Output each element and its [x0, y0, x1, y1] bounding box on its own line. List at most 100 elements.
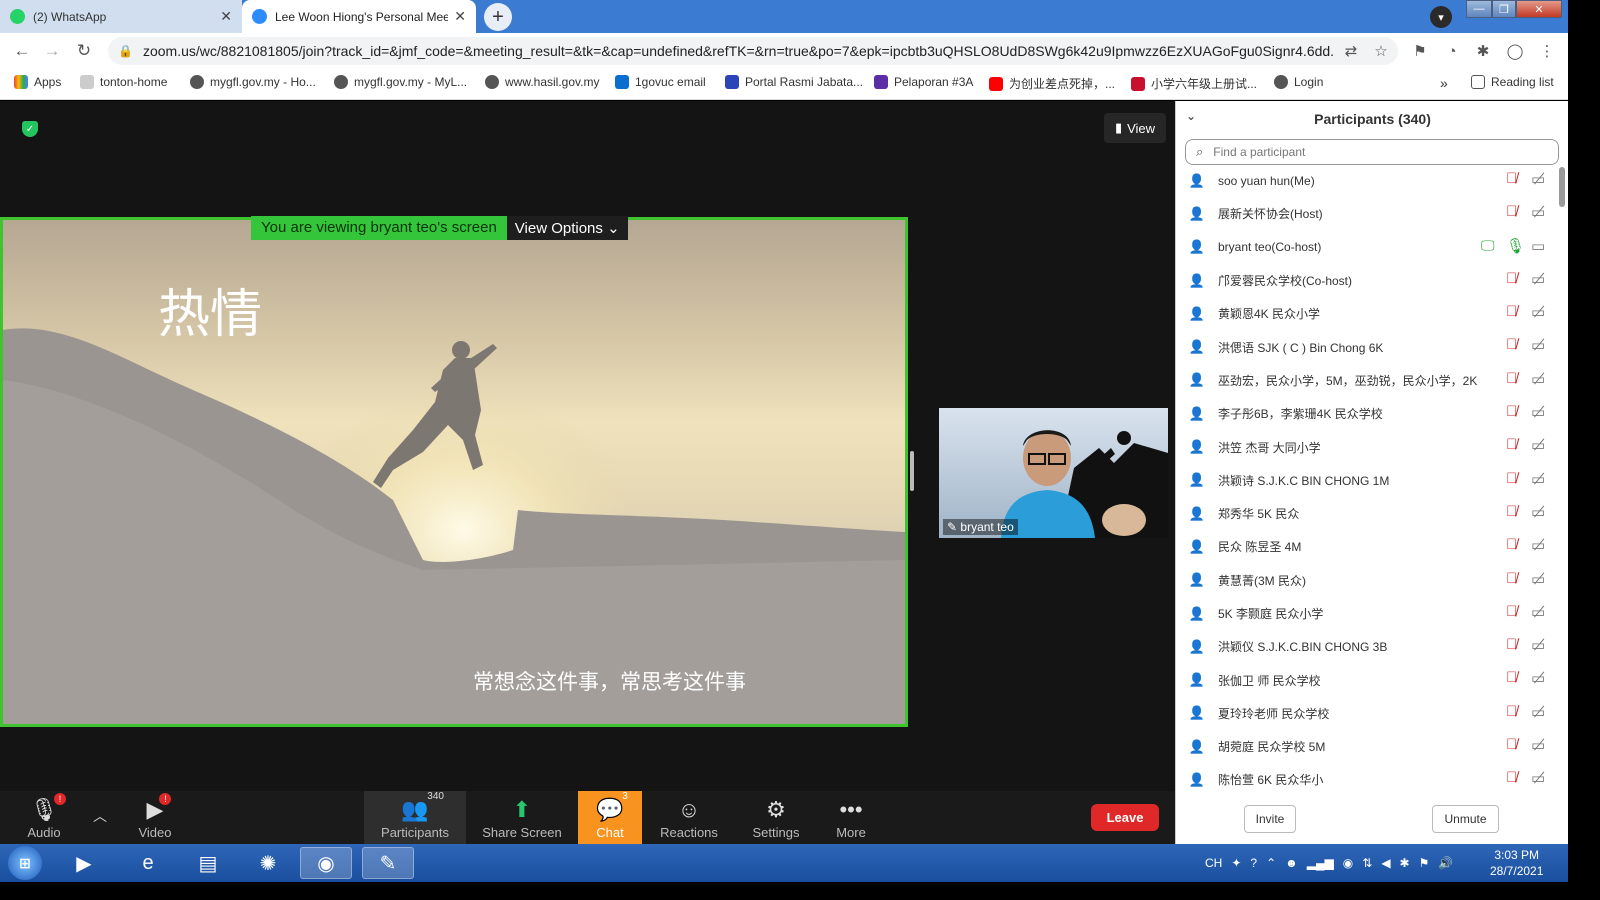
start-button[interactable]: ⊞	[8, 846, 42, 880]
lock-icon[interactable]: 🔒	[118, 44, 133, 58]
video-off-icon[interactable]: ▭̸	[1531, 603, 1545, 621]
network-icon[interactable]: ⇅	[1362, 856, 1372, 870]
bookmark-item[interactable]: tonton-home	[80, 75, 167, 89]
microphone-muted-icon[interactable]: 🎙̸	[1506, 370, 1517, 387]
forward-icon[interactable]: →	[42, 41, 62, 61]
bookmark-item[interactable]: www.hasil.gov.my	[485, 75, 599, 89]
chat-button[interactable]: 💬 3 Chat	[578, 791, 642, 844]
settings-button[interactable]: ⚙ Settings	[744, 791, 808, 844]
participant-row[interactable]: 👤 民众 陈昱圣 4M 🎙̸ ▭̸	[1176, 530, 1569, 563]
microphone-muted-icon[interactable]: 🎙̸	[1506, 603, 1517, 620]
participant-row[interactable]: 👤 胡菀庭 民众学校 5M 🎙̸ ▭̸	[1176, 730, 1569, 763]
more-button[interactable]: ••• More	[822, 791, 880, 844]
participant-row[interactable]: 👤 展新关怀协会(Host) 🎙̸ ▭̸	[1176, 197, 1569, 230]
video-off-icon[interactable]: ▭̸	[1531, 203, 1545, 221]
bookmarks-overflow-button[interactable]: »	[1440, 75, 1448, 91]
translate-icon[interactable]: ⇄	[1342, 42, 1360, 60]
address-bar[interactable]: 🔒 zoom.us/wc/8821081805/join?track_id=&j…	[108, 37, 1398, 65]
video-off-icon[interactable]: ▭̸	[1531, 303, 1545, 321]
puzzle-icon[interactable]: ✱	[1474, 42, 1492, 60]
flag-icon[interactable]: ⚑	[1419, 856, 1430, 870]
participant-row[interactable]: 👤 黄颖恩4K 民众小学 🎙̸ ▭̸	[1176, 297, 1569, 330]
participant-row[interactable]: 👤 bryant teo(Co-host) 🖵 🎙 ▭	[1176, 231, 1569, 264]
video-off-icon[interactable]: ▭̸	[1531, 436, 1545, 454]
video-off-icon[interactable]: ▭̸	[1531, 703, 1545, 721]
microphone-muted-icon[interactable]: 🎙̸	[1506, 736, 1517, 753]
chevron-down-icon[interactable]: ⌄	[1186, 109, 1196, 123]
bookmark-apps[interactable]: Apps	[14, 75, 61, 89]
participant-row[interactable]: 👤 洪颖诗 S.J.K.C BIN CHONG 1M 🎙̸ ▭̸	[1176, 464, 1569, 497]
microphone-muted-icon[interactable]: 🎙̸	[1506, 403, 1517, 420]
video-off-icon[interactable]: ▭̸	[1531, 270, 1545, 288]
media-player-icon[interactable]: ▶	[58, 847, 110, 879]
chrome-icon[interactable]: ◉	[300, 847, 352, 879]
language-indicator[interactable]: CH	[1205, 856, 1222, 870]
video-button[interactable]: ▶! Video	[125, 791, 185, 844]
share-screen-button[interactable]: ⬆ Share Screen	[478, 791, 566, 844]
microphone-muted-icon[interactable]: 🎙̸	[1506, 303, 1517, 320]
video-off-icon[interactable]: ▭̸	[1531, 403, 1545, 421]
back-icon[interactable]: ←	[12, 41, 32, 61]
participant-row[interactable]: 👤 郑秀华 5K 民众 🎙̸ ▭̸	[1176, 497, 1569, 530]
video-off-icon[interactable]: ▭̸	[1531, 570, 1545, 588]
video-off-icon[interactable]: ▭̸	[1531, 470, 1545, 488]
menu-kebab-icon[interactable]: ⋮	[1538, 42, 1556, 60]
minimize-button[interactable]: —	[1466, 0, 1492, 18]
tray-arrow-icon[interactable]: ⌃	[1266, 856, 1276, 870]
system-clock[interactable]: 3:03 PM 28/7/2021	[1490, 847, 1543, 879]
reload-icon[interactable]: ↻	[74, 41, 94, 61]
video-off-icon[interactable]: ▭̸	[1531, 503, 1545, 521]
close-icon[interactable]: ✕	[220, 8, 232, 25]
participant-row[interactable]: 👤 李子彤6B，李紫珊4K 民众学校 🎙̸ ▭̸	[1176, 397, 1569, 430]
bookmark-item[interactable]: 1govuc email	[615, 75, 706, 89]
scrollbar[interactable]	[1559, 167, 1565, 207]
audio-button[interactable]: 🎙! Audio	[14, 791, 74, 844]
bookmark-item[interactable]: 小学六年级上册试...	[1131, 75, 1257, 92]
volume-tray-icon[interactable]: ◀	[1381, 856, 1390, 870]
participant-row[interactable]: 👤 陈怡萱 6K 民众华小 🎙̸ ▭̸	[1176, 763, 1569, 794]
microphone-muted-icon[interactable]: 🎙̸	[1506, 570, 1517, 587]
bookmark-item[interactable]: Portal Rasmi Jabata...	[725, 75, 863, 89]
bookmark-item[interactable]: mygfl.gov.my - Ho...	[190, 75, 316, 89]
leave-button[interactable]: Leave	[1091, 804, 1159, 831]
video-off-icon[interactable]: ▭̸	[1531, 170, 1545, 188]
extension-icon[interactable]: ◔	[1443, 42, 1461, 60]
participant-row[interactable]: 👤 邝爱蓉民众学校(Co-host) 🎙̸ ▭̸	[1176, 264, 1569, 297]
participant-search-input[interactable]: ⌕ Find a participant	[1185, 139, 1559, 165]
participant-row[interactable]: 👤 黄慧菁(3M 民众) 🎙̸ ▭̸	[1176, 564, 1569, 597]
microphone-muted-icon[interactable]: 🎙̸	[1506, 270, 1517, 287]
help-icon[interactable]: ?	[1250, 856, 1257, 870]
video-off-icon[interactable]: ▭̸	[1531, 769, 1545, 787]
bluetooth-icon[interactable]: ✱	[1400, 856, 1410, 870]
tab-zoom-meeting[interactable]: Lee Woon Hiong's Personal Mee ✕	[242, 0, 476, 33]
view-button[interactable]: ▮ View	[1104, 113, 1166, 143]
microphone-muted-icon[interactable]: 🎙̸	[1506, 470, 1517, 487]
bookmark-item[interactable]: Login	[1274, 75, 1323, 89]
participants-button[interactable]: 👥 340 Participants	[364, 791, 466, 844]
reading-list-button[interactable]: Reading list	[1471, 75, 1554, 89]
internet-explorer-icon[interactable]: e	[122, 847, 174, 879]
ime-icon[interactable]: ✦	[1231, 856, 1241, 870]
microphone-muted-icon[interactable]: 🎙̸	[1506, 503, 1517, 520]
video-off-icon[interactable]: ▭̸	[1531, 636, 1545, 654]
speaker-icon[interactable]: 🔊	[1438, 856, 1453, 870]
microphone-muted-icon[interactable]: 🎙̸	[1506, 669, 1517, 686]
app-sun-icon[interactable]: ✺	[242, 847, 294, 879]
encryption-shield-icon[interactable]: ✓	[22, 121, 38, 137]
extension-icon[interactable]: ⚑	[1411, 42, 1429, 60]
video-thumbnail[interactable]: ✎ bryant teo	[939, 408, 1168, 538]
bookmark-item[interactable]: 为创业差点死掉，...	[989, 75, 1115, 92]
video-off-icon[interactable]: ▭̸	[1531, 536, 1545, 554]
video-off-icon[interactable]: ▭̸	[1531, 370, 1545, 388]
microphone-muted-icon[interactable]: 🎙̸	[1506, 636, 1517, 653]
app-tray-icon[interactable]: ☻	[1285, 856, 1298, 870]
microphone-muted-icon[interactable]: 🎙̸	[1506, 170, 1517, 187]
chrome-tray-icon[interactable]: ◉	[1343, 856, 1353, 870]
microphone-muted-icon[interactable]: 🎙̸	[1506, 703, 1517, 720]
video-off-icon[interactable]: ▭̸	[1531, 736, 1545, 754]
microphone-muted-icon[interactable]: 🎙̸	[1506, 436, 1517, 453]
audio-options-button[interactable]: ︿	[88, 791, 112, 844]
microphone-icon[interactable]: 🎙	[1506, 237, 1525, 255]
bookmark-item[interactable]: mygfl.gov.my - MyL...	[334, 75, 467, 89]
close-icon[interactable]: ✕	[454, 8, 466, 25]
